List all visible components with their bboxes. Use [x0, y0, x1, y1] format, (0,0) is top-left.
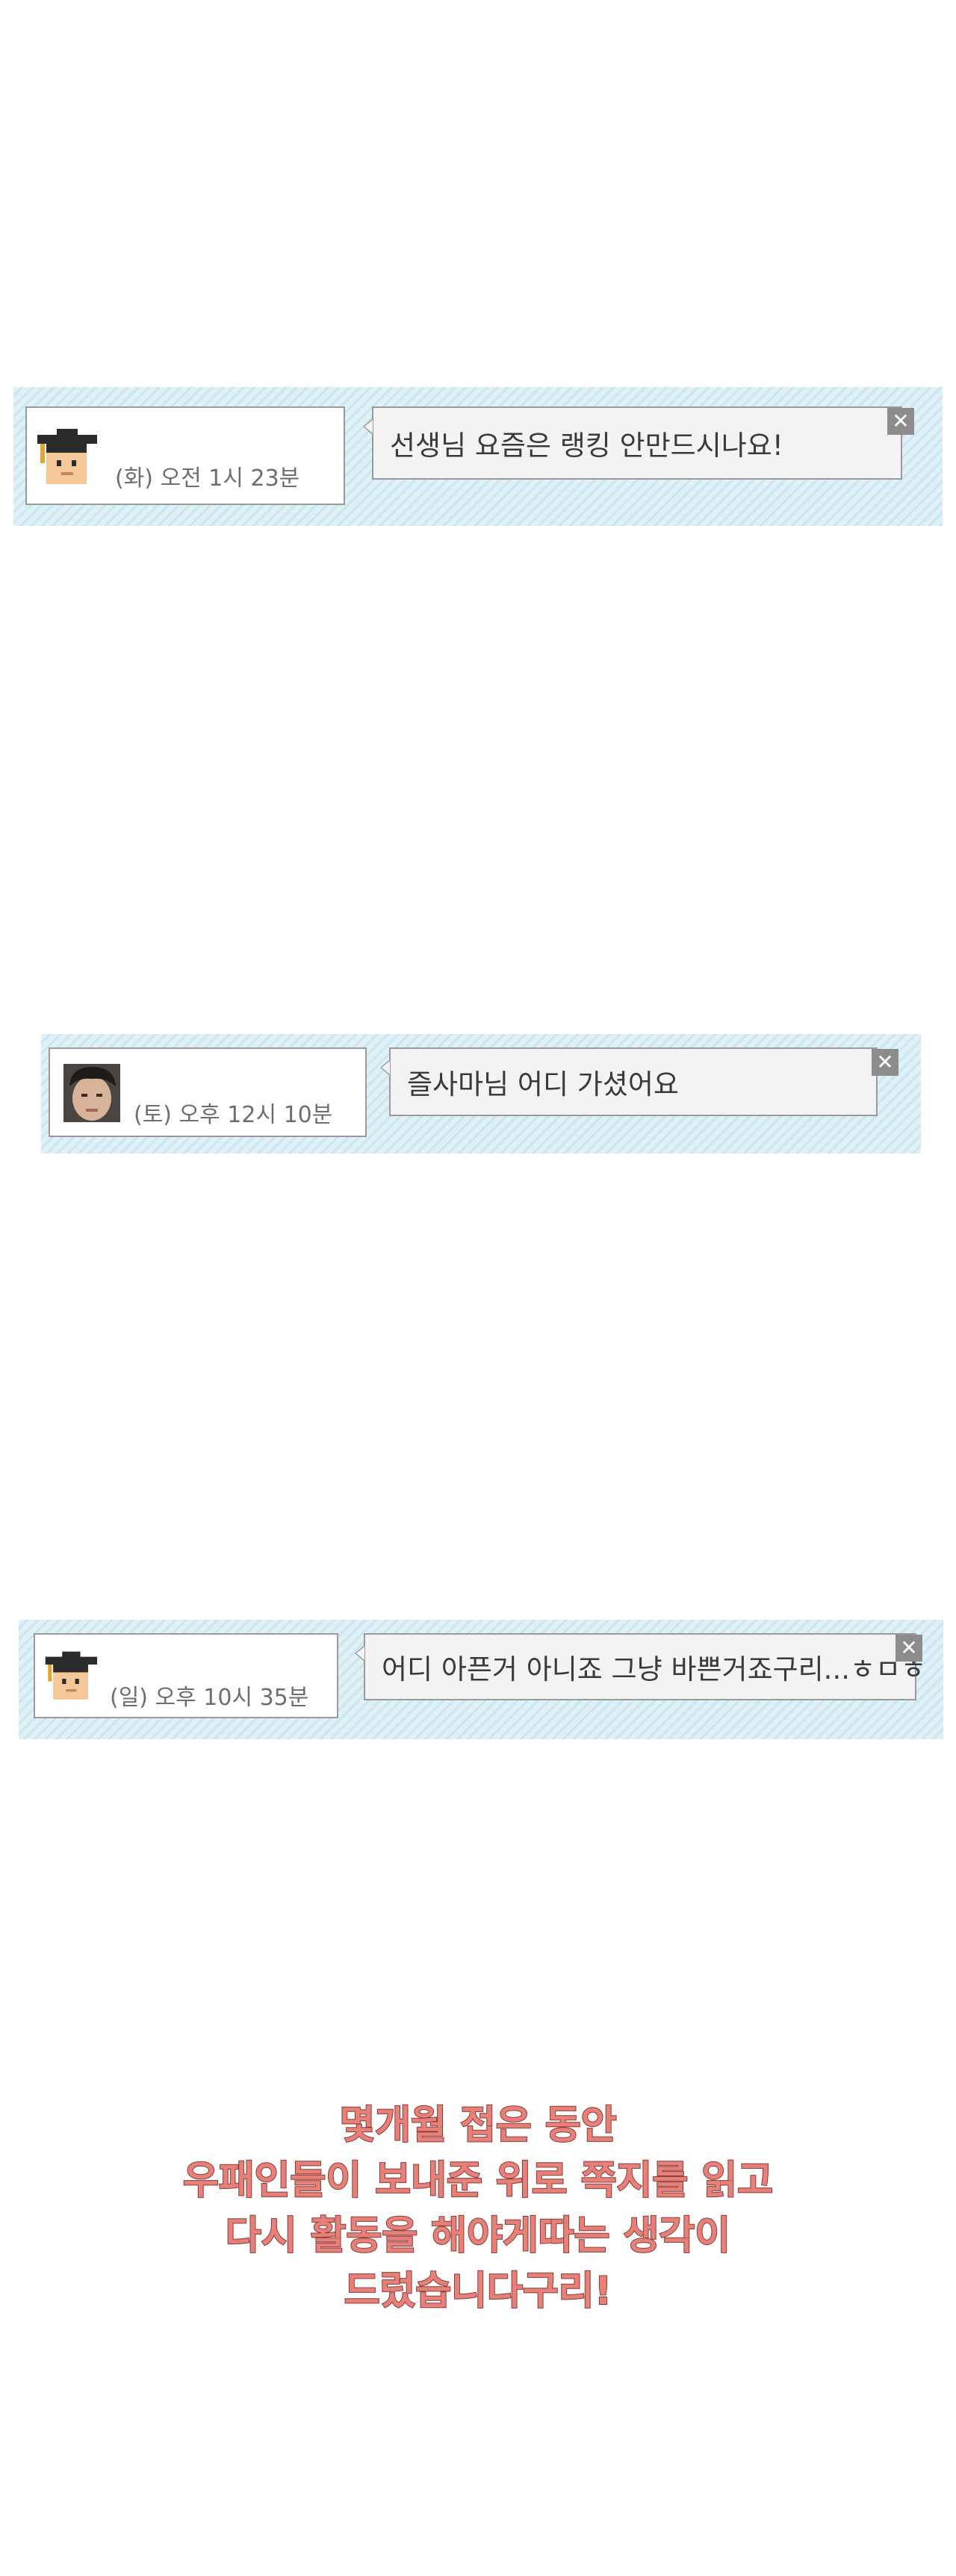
message-bubble: 선생님 요즘은 랭킹 안만드시나요! [363, 406, 902, 480]
user-photo[interactable] [63, 1064, 120, 1122]
message-bubble: 어디 아픈거 아니죠 그냥 바쁜거죠구리...ㅎㅁㅎ [355, 1633, 926, 1700]
message-timestamp: (일) 오후 10시 35분 [110, 1685, 309, 1711]
message-timestamp: (토) 오후 12시 10분 [134, 1102, 333, 1128]
caption-line: 다시 활동을 해야게따는 생각이 [225, 2213, 731, 2259]
sender-profile: (일) 오후 10시 35분 [34, 1633, 338, 1718]
graduate-cap-icon[interactable] [44, 1645, 102, 1703]
graduate-cap-icon[interactable] [36, 421, 103, 489]
message-text: 어디 아픈거 아니죠 그냥 바쁜거죠구리...ㅎㅁㅎ [382, 1653, 927, 1685]
sender-profile: (토) 오후 12시 10분 [49, 1047, 367, 1137]
close-icon[interactable]: ✕ [872, 1049, 898, 1076]
message-card: (일) 오후 10시 35분 어디 아픈거 아니죠 그냥 바쁜거죠구리...ㅎㅁ… [19, 1620, 943, 1739]
caption-line: 몇개월 접은 동안 [338, 2102, 617, 2149]
bubble-tail [363, 418, 373, 435]
message-text: 즐사마님 어디 가셨어요 [407, 1068, 679, 1100]
message-text: 선생님 요즘은 랭킹 안만드시나요! [390, 430, 783, 462]
bubble-tail [380, 1059, 390, 1076]
message-card: (토) 오후 12시 10분 즐사마님 어디 가셨어요 ✕ [41, 1034, 921, 1154]
close-icon[interactable]: ✕ [887, 408, 914, 435]
caption-line: 우패인들이 보내준 위로 쪽지를 읽고 [182, 2158, 774, 2204]
caption-block: 몇개월 접은 동안 우패인들이 보내준 위로 쪽지를 읽고 다시 활동을 해야게… [0, 2098, 956, 2319]
message-card: (화) 오전 1시 23분 선생님 요즘은 랭킹 안만드시나요! ✕ [13, 387, 943, 526]
bubble-tail [355, 1645, 364, 1662]
message-timestamp: (화) 오전 1시 23분 [115, 465, 300, 492]
sender-profile: (화) 오전 1시 23분 [25, 406, 345, 505]
message-bubble: 즐사마님 어디 가셨어요 [380, 1047, 878, 1116]
close-icon[interactable]: ✕ [896, 1635, 922, 1662]
caption-line: 드렀습니다구리! [344, 2268, 613, 2315]
